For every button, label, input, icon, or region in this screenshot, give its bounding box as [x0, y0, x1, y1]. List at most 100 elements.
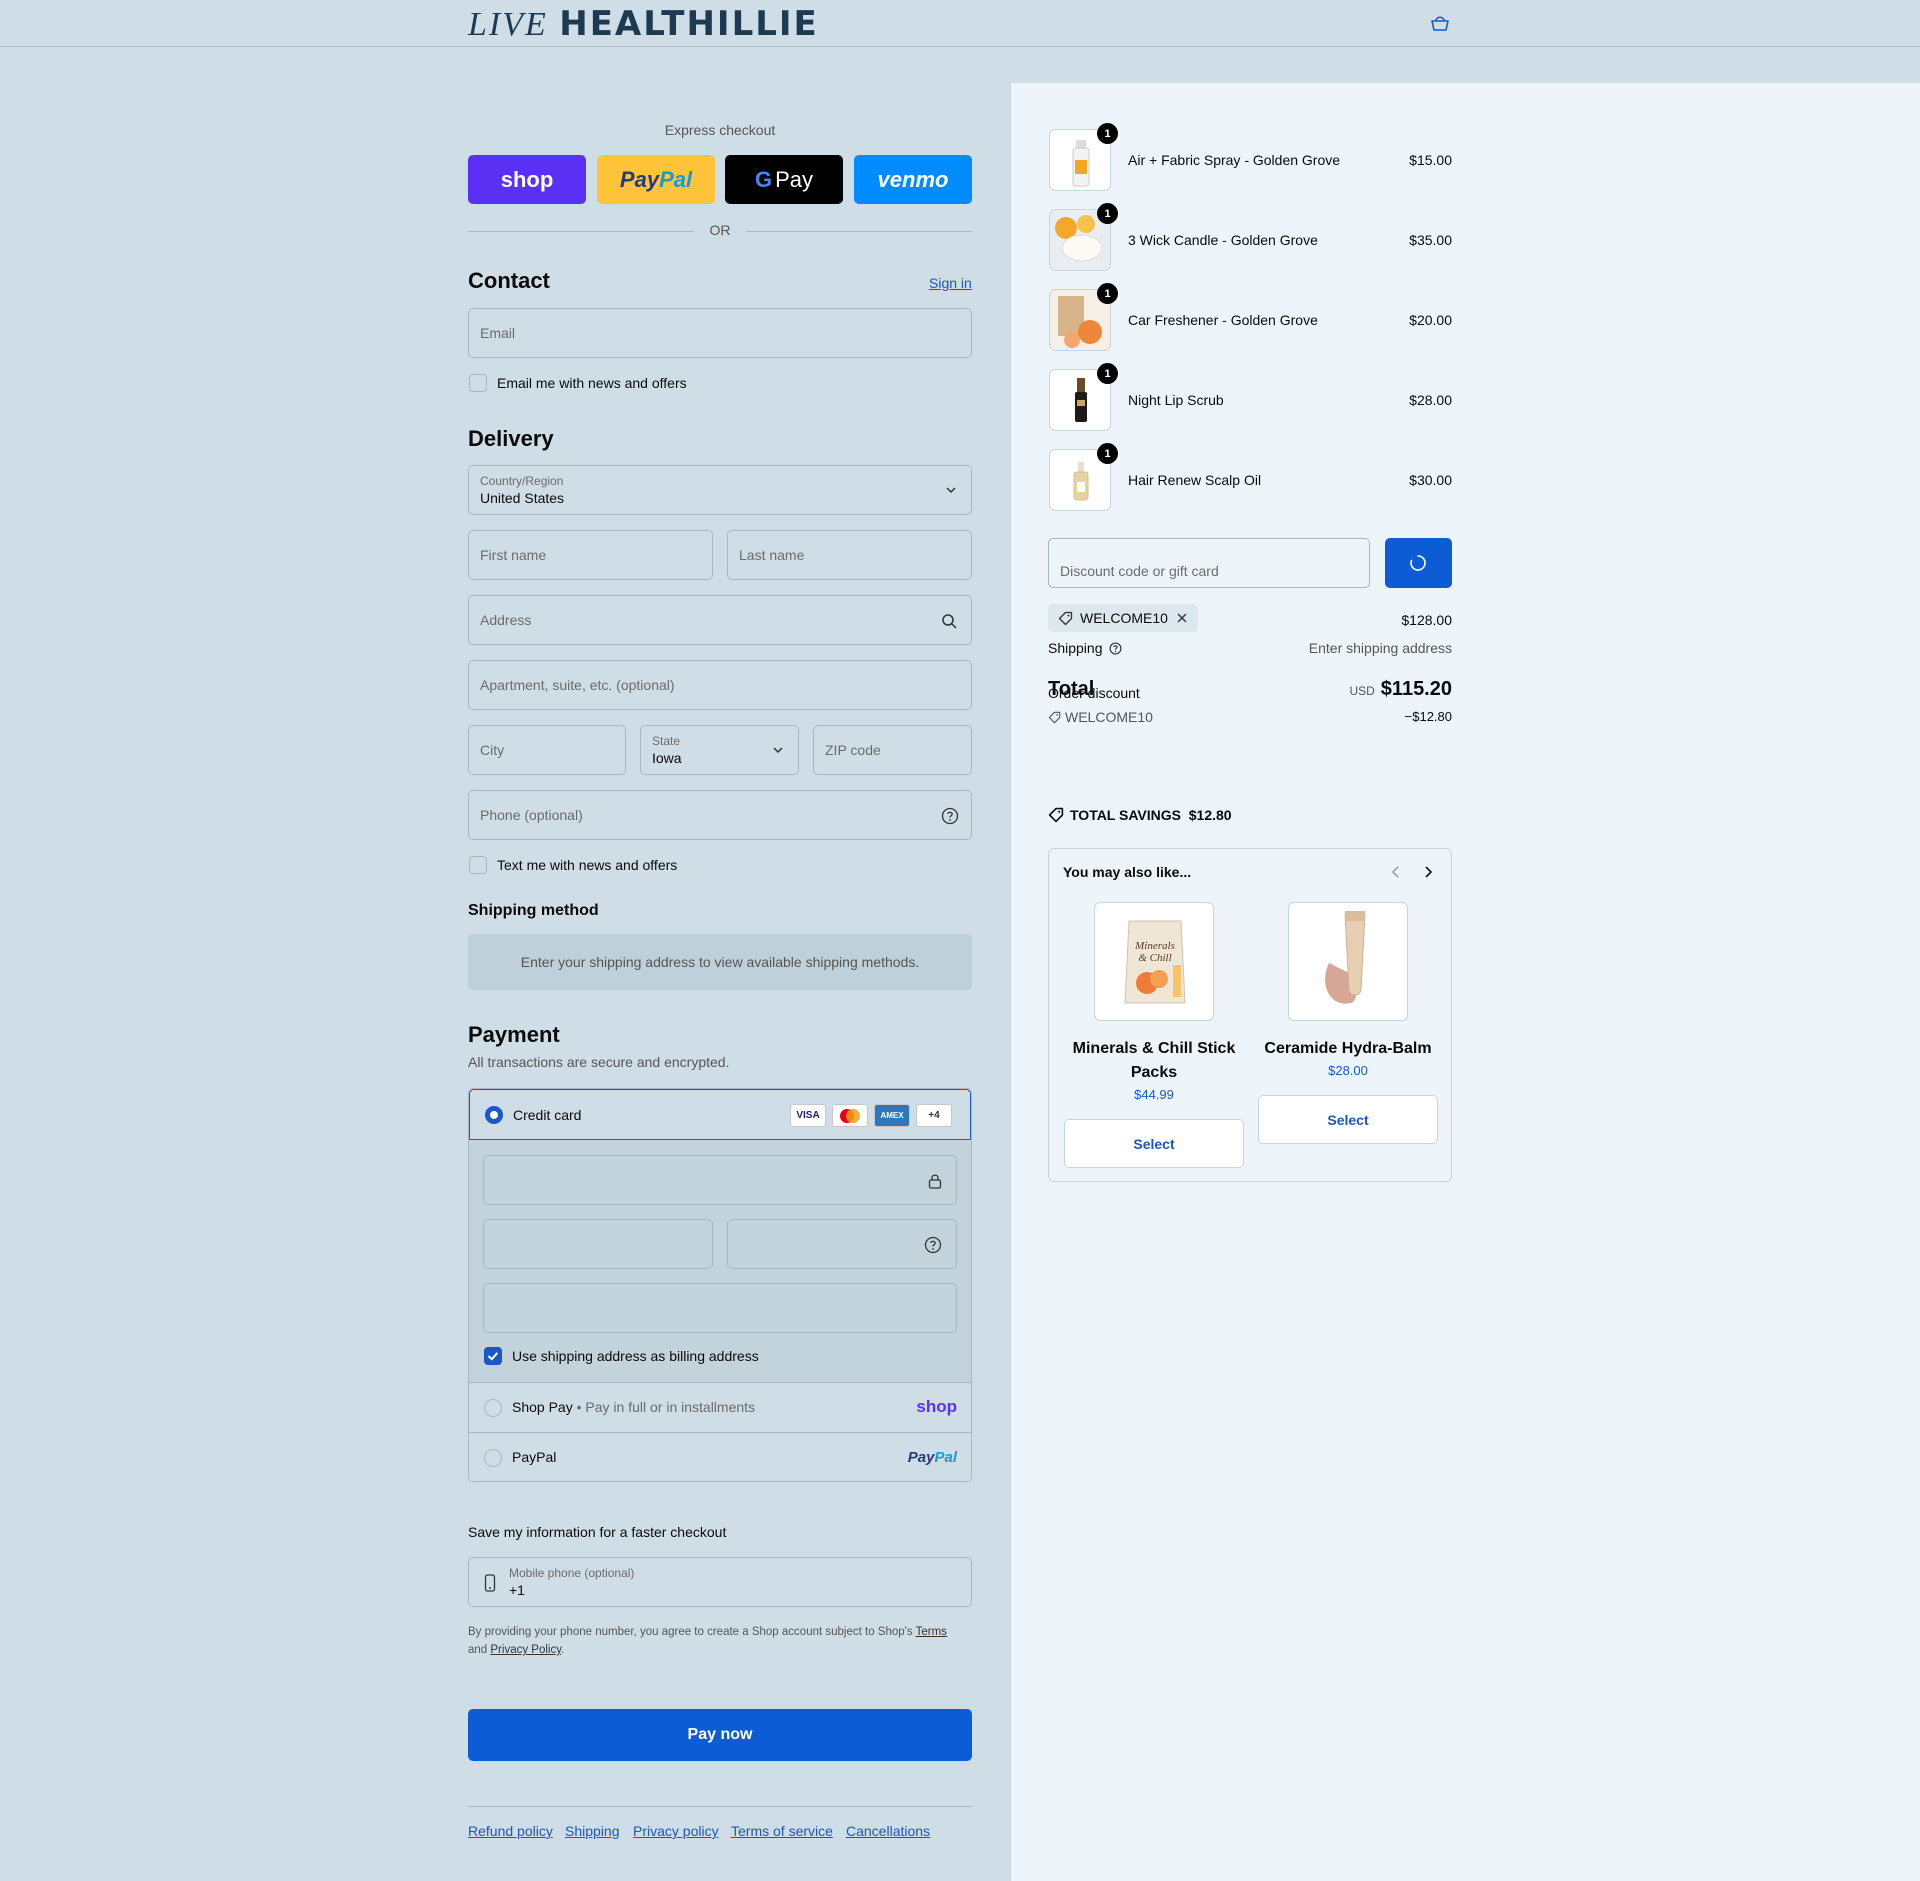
bag-icon[interactable]	[1430, 14, 1450, 32]
phone-placeholder: Phone (optional)	[480, 807, 583, 823]
quantity-badge: 1	[1097, 203, 1118, 224]
country-value: United States	[480, 490, 565, 506]
help-icon[interactable]	[1109, 642, 1122, 655]
phone-field[interactable]: Phone (optional)	[468, 790, 972, 840]
paypal-button[interactable]: Pay Pal	[597, 155, 715, 204]
terms-of-service-link[interactable]: Terms of service	[731, 1823, 833, 1839]
cart-item-price: $35.00	[1409, 232, 1452, 248]
select-button[interactable]: Select	[1064, 1119, 1244, 1168]
help-icon[interactable]	[941, 807, 959, 825]
cart-item-price: $30.00	[1409, 472, 1452, 488]
cancellations-link[interactable]: Cancellations	[846, 1823, 930, 1839]
apply-discount-button[interactable]	[1385, 538, 1452, 588]
mobile-phone-icon	[484, 1574, 496, 1592]
discount-code-field[interactable]: Discount code or gift card	[1048, 538, 1370, 588]
address-placeholder: Address	[480, 612, 532, 628]
first-name-placeholder: First name	[480, 547, 547, 563]
last-name-field[interactable]: Last name	[727, 530, 972, 580]
credit-card-option[interactable]: Credit card VISA AMEX +4	[469, 1089, 971, 1140]
card-name-field[interactable]	[483, 1283, 957, 1333]
mastercard-icon	[832, 1104, 868, 1127]
first-name-field[interactable]: First name	[468, 530, 713, 580]
country-label: Country/Region	[480, 474, 564, 488]
cart-item-name: 3 Wick Candle - Golden Grove	[1128, 232, 1318, 248]
order-discount-label: Order discount	[1048, 685, 1140, 701]
tag-icon	[1048, 807, 1064, 823]
state-select[interactable]: State Iowa	[640, 725, 799, 775]
google-pay-button[interactable]: G Pay	[725, 155, 843, 204]
card-expiry-field[interactable]	[483, 1219, 713, 1269]
sign-in-link[interactable]: Sign in	[929, 275, 972, 291]
payment-subtitle: All transactions are secure and encrypte…	[468, 1054, 730, 1070]
total-value: $115.20	[1380, 678, 1452, 700]
email-newsletter-checkbox[interactable]	[469, 374, 487, 392]
total-amount: USD $115.20	[1349, 678, 1452, 701]
privacy-policy-footer-link[interactable]: Privacy policy	[633, 1823, 719, 1839]
email-field[interactable]: Email	[468, 308, 972, 358]
savings-label: TOTAL SAVINGS	[1070, 807, 1181, 823]
city-field[interactable]: City	[468, 725, 626, 775]
chevron-down-icon	[773, 747, 783, 754]
venmo-button[interactable]: venmo	[854, 155, 972, 204]
payment-heading: Payment	[468, 1022, 560, 1047]
card-security-code-field[interactable]	[727, 1219, 957, 1269]
recommendation-image[interactable]	[1288, 902, 1408, 1021]
tag-icon	[1058, 611, 1073, 626]
chevron-right-icon[interactable]	[1421, 865, 1435, 879]
shipping-method-heading: Shipping method	[468, 902, 599, 919]
discount-code-text: WELCOME10	[1065, 709, 1153, 725]
shop-pay-radio[interactable]	[484, 1399, 502, 1417]
subtotal-value: $128.00	[1401, 612, 1452, 628]
recommendations-panel: You may also like... Minerals & Chill Min…	[1048, 848, 1452, 1182]
shop-pay-option[interactable]: Shop Pay • Pay in full or in installment…	[469, 1382, 971, 1432]
recommendation-image[interactable]: Minerals & Chill	[1094, 902, 1214, 1021]
shop-pay-sublabel: Pay in full or in installments	[585, 1399, 756, 1415]
amex-icon: AMEX	[874, 1104, 910, 1127]
paypal-radio[interactable]	[484, 1449, 502, 1467]
express-checkout-label: Express checkout	[664, 122, 776, 138]
shipping-policy-link[interactable]: Shipping	[565, 1823, 620, 1839]
google-g-icon: G	[754, 166, 773, 192]
svg-text:Minerals: Minerals	[1134, 940, 1175, 952]
chevron-left-icon[interactable]	[1389, 865, 1403, 879]
recommendations-title: You may also like...	[1063, 864, 1192, 880]
applied-discount-tag: WELCOME10	[1048, 604, 1198, 632]
mobile-phone-value: +1	[509, 1582, 525, 1598]
terms-link[interactable]: Terms	[916, 1626, 947, 1638]
mobile-phone-field[interactable]: Mobile phone (optional) +1	[468, 1557, 972, 1607]
city-placeholder: City	[480, 742, 505, 758]
header: LIVE HEALTHILLIE	[0, 0, 1920, 47]
help-icon[interactable]	[924, 1236, 942, 1254]
paypal-option[interactable]: PayPal PayPal	[469, 1432, 971, 1481]
pay-now-button[interactable]: Pay now	[468, 1709, 972, 1761]
card-number-field[interactable]	[483, 1155, 957, 1205]
sms-label: Text me with news and offers	[497, 857, 678, 873]
apartment-field[interactable]: Apartment, suite, etc. (optional)	[468, 660, 972, 710]
or-divider: OR	[468, 222, 972, 240]
svg-text:& Chill: & Chill	[1138, 952, 1171, 964]
privacy-policy-link[interactable]: Privacy Policy	[490, 1644, 561, 1656]
discount-amount: −$12.80	[1404, 709, 1452, 724]
brand-logo[interactable]: LIVE HEALTHILLIE	[468, 4, 819, 44]
total-savings: TOTAL SAVINGS $12.80	[1048, 807, 1232, 823]
country-select[interactable]: Country/Region United States	[468, 465, 972, 515]
tag-icon	[1048, 711, 1061, 724]
checkmark-icon	[487, 1352, 499, 1361]
zip-field[interactable]: ZIP code	[813, 725, 972, 775]
paypal-logo-pal: Pal	[659, 166, 693, 192]
applied-code-text: WELCOME10	[1080, 610, 1168, 626]
payment-methods: Credit card VISA AMEX +4 Use shipping ad…	[468, 1088, 972, 1482]
billing-address-checkbox[interactable]	[484, 1347, 502, 1365]
address-field[interactable]: Address	[468, 595, 972, 645]
shop-legal-text: By providing your phone number, you agre…	[468, 1626, 947, 1656]
select-button[interactable]: Select	[1258, 1095, 1438, 1144]
shop-pay-button[interactable]: shop	[468, 155, 586, 204]
cart-item-price: $20.00	[1409, 312, 1452, 328]
chevron-down-icon	[946, 487, 956, 494]
credit-card-radio[interactable]	[485, 1106, 503, 1124]
zip-placeholder: ZIP code	[825, 742, 881, 758]
cart-item-name: Night Lip Scrub	[1128, 392, 1224, 408]
close-icon[interactable]	[1176, 612, 1188, 624]
sms-checkbox[interactable]	[469, 856, 487, 874]
refund-policy-link[interactable]: Refund policy	[468, 1823, 553, 1839]
